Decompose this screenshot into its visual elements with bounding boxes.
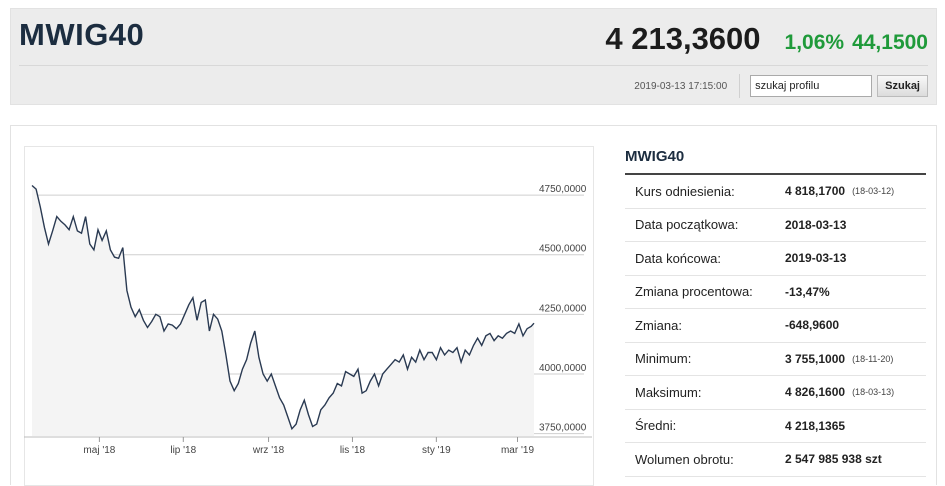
quote-header: MWIG40 4 213,3600 1,06% 44,1500 2019-03-… (10, 8, 937, 105)
price-chart[interactable]: 4750,0000 4500,0000 4250,0000 4000,0000 3750… (24, 146, 594, 476)
chart-area-fill (32, 185, 534, 436)
price-row: 4 213,3600 1,06% 44,1500 (605, 21, 928, 57)
stat-label: Data końcowa: (635, 250, 721, 266)
stat-value: 2019-03-13 (785, 251, 847, 266)
stat-label: Zmiana procentowa: (635, 284, 753, 300)
y-tick-label: 4250,0000 (539, 303, 587, 314)
x-tick-label: lis '18 (340, 445, 366, 456)
stat-row: Wolumen obrotu: 2 547 985 938 szt (625, 443, 926, 477)
x-tick-label: maj '18 (83, 445, 115, 456)
stat-label: Średni: (635, 418, 677, 434)
index-title: MWIG40 (19, 17, 145, 52)
change-absolute: 44,1500 (852, 31, 928, 54)
stat-row: Minimum: 3 755,1000 (18-11-20) (625, 343, 926, 376)
stat-row: Zmiana procentowa: -13,47% (625, 276, 926, 309)
stat-value: 2018-03-13 (785, 217, 847, 232)
stat-value: -648,9600 (785, 318, 840, 333)
stats-title: MWIG40 (625, 148, 926, 175)
stat-row: Data końcowa: 2019-03-13 (625, 242, 926, 276)
profile-search-input[interactable] (750, 75, 873, 97)
x-tick-label: mar '19 (501, 445, 534, 456)
stat-date: (18-11-20) (852, 353, 894, 364)
stat-row: Zmiana: -648,9600 (625, 309, 926, 343)
stat-value: 4 218,1365 (785, 418, 846, 433)
x-tick-label: sty '19 (422, 445, 451, 456)
header-toolbar: 2019-03-13 17:15:00 Szukaj (634, 74, 928, 98)
x-tick-label: lip '18 (170, 445, 196, 456)
stat-value: -13,47% (785, 284, 830, 299)
y-tick-label: 4750,0000 (539, 184, 587, 195)
header-divider (19, 65, 928, 66)
quote-timestamp: 2019-03-13 17:15:00 (634, 80, 728, 92)
stat-label: Maksimum: (635, 384, 702, 400)
stat-value: 3 755,1000 (785, 351, 846, 366)
x-tick-label: wrz '18 (252, 445, 285, 456)
search-button[interactable]: Szukaj (877, 75, 928, 97)
stat-row: Maksimum: 4 826,1600 (18-03-13) (625, 376, 926, 410)
stat-row: Kurs odniesienia: 4 818,1700 (18-03-12) (625, 175, 926, 209)
stat-label: Zmiana: (635, 317, 682, 333)
stat-label: Wolumen obrotu: (635, 451, 734, 467)
change-percent: 1,06% (784, 31, 845, 54)
stat-row: Data początkowa: 2018-03-13 (625, 209, 926, 242)
stat-value: 4 818,1700 (785, 184, 846, 199)
y-tick-label: 4000,0000 (539, 363, 587, 374)
stat-label: Kurs odniesienia: (635, 183, 735, 199)
y-tick-label: 3750,0000 (539, 423, 587, 434)
stat-date: (18-03-13) (852, 387, 895, 398)
current-price: 4 213,3600 (605, 21, 761, 56)
stat-row: Średni: 4 218,1365 (625, 410, 926, 443)
y-tick-label: 4500,0000 (539, 244, 587, 255)
stat-label: Minimum: (635, 351, 692, 367)
stat-label: Data początkowa: (635, 217, 739, 233)
stats-table: MWIG40 Kurs odniesienia: 4 818,1700 (18-03… (625, 148, 926, 477)
stat-date: (18-03-12) (852, 186, 895, 197)
toolbar-separator (739, 74, 741, 98)
stat-value: 2 547 985 938 szt (785, 452, 882, 467)
stat-value: 4 826,1600 (785, 385, 846, 400)
